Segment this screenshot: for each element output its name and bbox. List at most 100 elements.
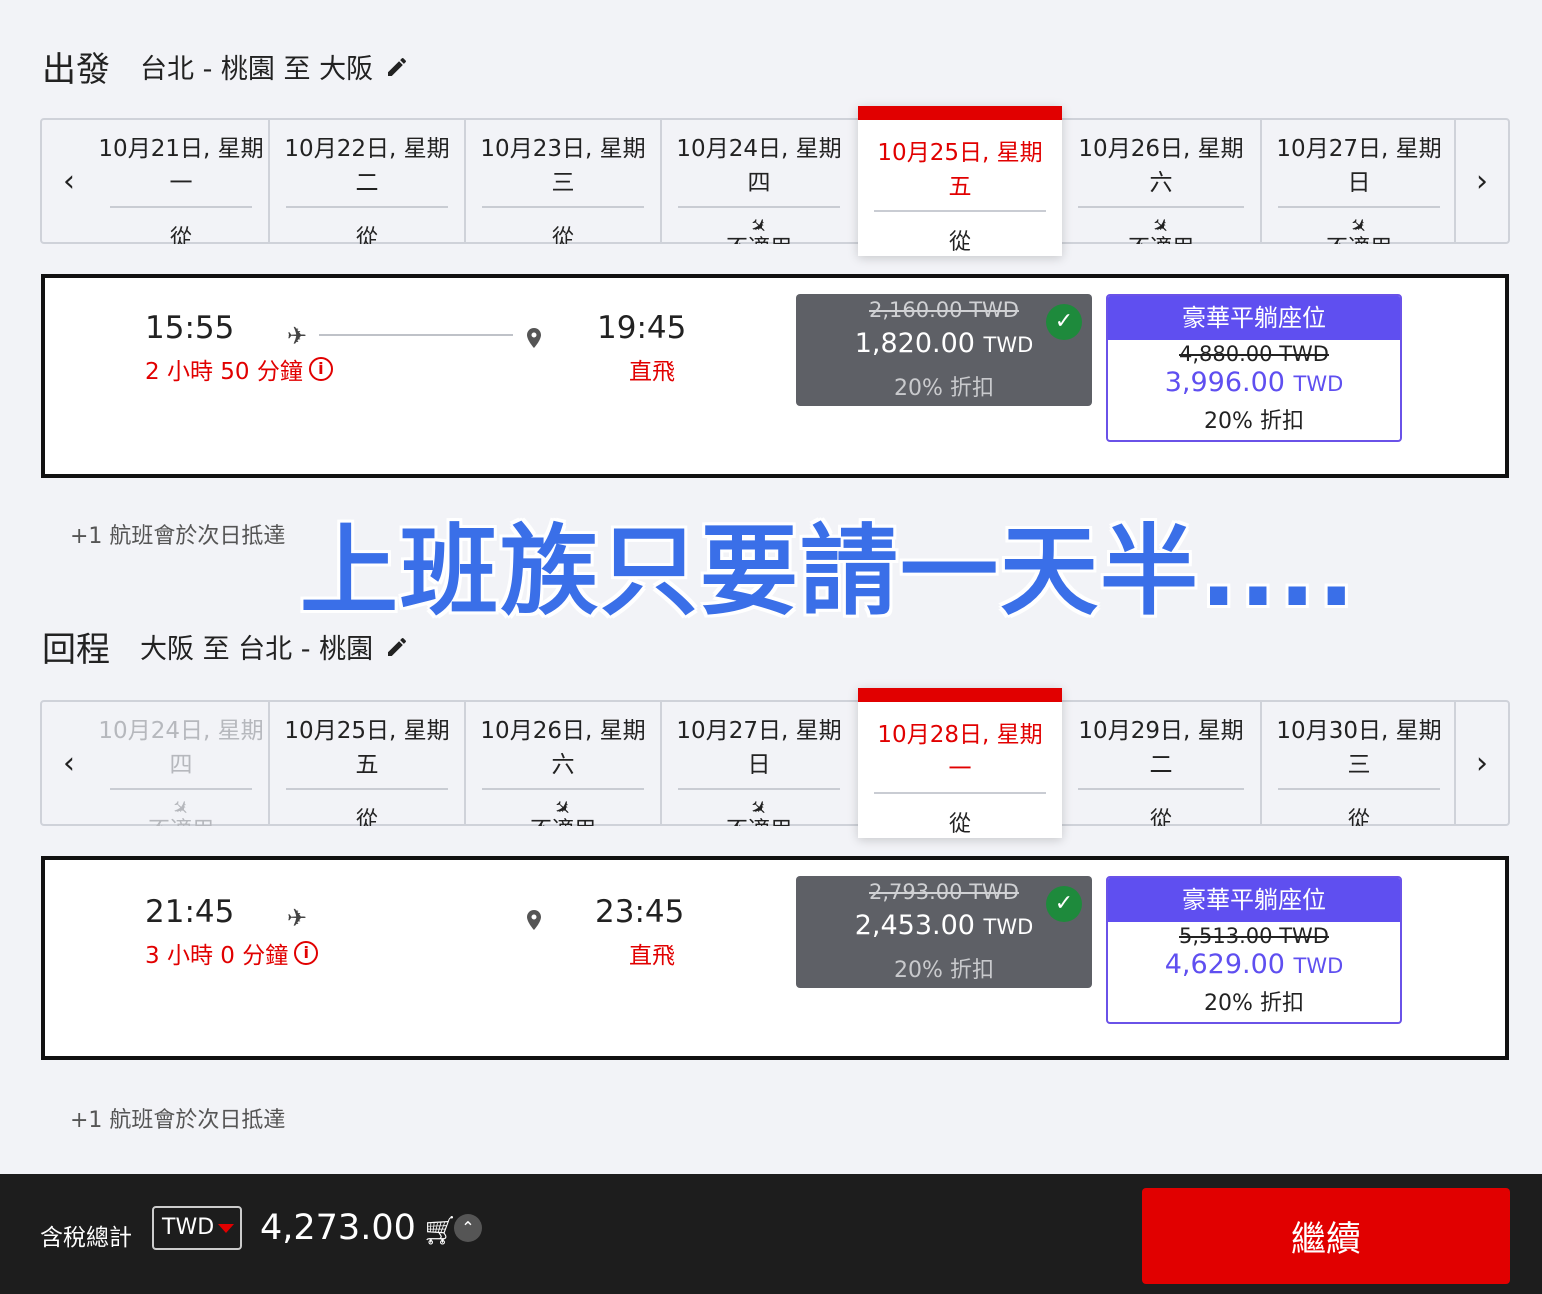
date-tab-outbound-3[interactable]: 10月24日, 星期四 ✈ 不適用 xyxy=(660,118,856,244)
price-value: 1,820.00 xyxy=(854,328,975,359)
date-status: 從 xyxy=(948,812,971,837)
premium-title: 豪華平躺座位 xyxy=(1108,296,1400,340)
price-value: 3,996.00 xyxy=(1164,367,1285,398)
date-label: 10月27日, 星期 xyxy=(1276,136,1442,162)
checkout-footer: 含稅總計 TWD 4,273.00 🛒︎ ⌃ 繼續 xyxy=(0,1174,1542,1294)
outbound-date-selector: ‹ 10月21日, 星期一 從 10月22日, 星期二 從 10月23日, 星期… xyxy=(40,106,1510,256)
date-status: 從 xyxy=(355,808,378,826)
cart-icon[interactable]: 🛒︎ xyxy=(422,1214,458,1247)
continue-button[interactable]: 繼續 xyxy=(1142,1188,1510,1284)
next-dates-chevron-icon[interactable]: › xyxy=(1454,118,1508,244)
date-tab-return-1[interactable]: 10月25日, 星期五 從 xyxy=(268,700,464,826)
date-label: 10月25日, 星期 xyxy=(877,140,1043,166)
date-tab-return-6[interactable]: 10月30日, 星期三 從 xyxy=(1260,700,1456,826)
date-tab-outbound-5[interactable]: 10月26日, 星期六 ✈ 不適用 xyxy=(1062,118,1260,244)
plane-icon: ✈ xyxy=(287,904,308,932)
premium-flatbed-option[interactable]: 豪華平躺座位 4,880.00 TWD 3,996.00 TWD 20% 折扣 xyxy=(1106,294,1402,442)
date-weekday: 四 xyxy=(169,752,193,778)
fare-price: 4,629.00 TWD xyxy=(1108,948,1400,983)
date-weekday: 日 xyxy=(1347,170,1371,196)
date-status: 不適用 xyxy=(466,812,660,826)
date-tab-outbound-selected[interactable]: 10月25日, 星期五 從 xyxy=(858,106,1062,256)
premium-title: 豪華平躺座位 xyxy=(1108,878,1400,922)
price-currency: TWD xyxy=(983,915,1034,939)
date-status: 不適用 xyxy=(1262,230,1456,244)
fare-price: 3,996.00 TWD xyxy=(1108,366,1400,401)
date-weekday: 三 xyxy=(551,170,575,196)
prev-dates-chevron-icon[interactable]: ‹ xyxy=(42,700,96,826)
info-icon[interactable]: i xyxy=(294,941,319,965)
return-flight-card[interactable]: 21:45 3 小時 0 分鐘 i ✈ 23:45 直飛 2,793.00 TW… xyxy=(41,856,1509,1060)
next-dates-chevron-icon[interactable]: › xyxy=(1454,700,1508,826)
price-value: 2,453.00 xyxy=(854,910,975,941)
premium-flatbed-option[interactable]: 豪華平躺座位 5,513.00 TWD 4,629.00 TWD 20% 折扣 xyxy=(1106,876,1402,1024)
date-label: 10月28日, 星期 xyxy=(877,722,1043,748)
original-price: 4,880.00 TWD xyxy=(1179,342,1329,366)
departure-time: 15:55 xyxy=(145,310,235,346)
price-value: 4,629.00 xyxy=(1164,949,1285,980)
date-status: 從 xyxy=(169,226,192,244)
standard-fare-option[interactable]: 2,793.00 TWD 2,453.00 TWD 20% 折扣 ✓ xyxy=(796,876,1092,988)
date-weekday: 日 xyxy=(747,752,771,778)
selected-check-icon: ✓ xyxy=(1046,304,1082,340)
date-tab-return-2[interactable]: 10月26日, 星期六 ✈ 不適用 xyxy=(464,700,660,826)
date-weekday: 六 xyxy=(551,752,575,778)
date-tab-return-selected[interactable]: 10月28日, 星期一 從 xyxy=(858,688,1062,838)
flight-type: 直飛 xyxy=(629,943,675,969)
date-label: 10月27日, 星期 xyxy=(676,718,842,744)
flight-duration: 2 小時 50 分鐘 i xyxy=(145,352,333,386)
date-status: 從 xyxy=(355,226,378,244)
currency-dropdown[interactable]: TWD xyxy=(152,1206,242,1250)
date-tab-outbound-1[interactable]: 10月22日, 星期二 從 xyxy=(268,118,464,244)
date-tab-return-0: 10月24日, 星期四 ✈ 不適用 xyxy=(94,700,268,826)
date-label: 10月21日, 星期 xyxy=(98,136,264,162)
date-status: 不適用 xyxy=(94,812,268,826)
edit-pencil-icon[interactable] xyxy=(385,635,409,659)
total-label: 含稅總計 xyxy=(40,1225,132,1251)
date-label: 10月24日, 星期 xyxy=(98,718,264,744)
total-amount: 4,273.00 xyxy=(260,1208,416,1248)
date-tab-outbound-0[interactable]: 10月21日, 星期一 從 xyxy=(94,118,268,244)
selected-check-icon: ✓ xyxy=(1046,886,1082,922)
original-price: 5,513.00 TWD xyxy=(1179,924,1329,948)
date-tab-outbound-2[interactable]: 10月23日, 星期三 從 xyxy=(464,118,660,244)
outbound-flight-card[interactable]: 15:55 2 小時 50 分鐘 i ✈ 19:45 直飛 2,160.00 T… xyxy=(41,274,1509,478)
date-status: 從 xyxy=(948,230,971,255)
date-weekday: 六 xyxy=(1149,170,1173,196)
date-tab-outbound-6[interactable]: 10月27日, 星期日 ✈ 不適用 xyxy=(1260,118,1456,244)
date-label: 10月23日, 星期 xyxy=(480,136,646,162)
date-weekday: 一 xyxy=(169,170,193,196)
price-currency: TWD xyxy=(983,333,1034,357)
next-day-arrival-note: +1 航班會於次日抵達 xyxy=(70,1108,286,1133)
date-status: 不適用 xyxy=(662,812,856,826)
outbound-route: 台北 - 桃園 至 大阪 xyxy=(140,54,374,85)
return-route: 大阪 至 台北 - 桃園 xyxy=(140,634,374,665)
overlay-caption: 上班族只要請一天半.... xyxy=(300,515,1357,629)
date-tab-return-3[interactable]: 10月27日, 星期日 ✈ 不適用 xyxy=(660,700,856,826)
date-status: 不適用 xyxy=(1062,230,1260,244)
departure-time: 21:45 xyxy=(145,894,235,930)
discount-label: 20% 折扣 xyxy=(1204,991,1304,1016)
date-weekday: 五 xyxy=(355,752,379,778)
standard-fare-option[interactable]: 2,160.00 TWD 1,820.00 TWD 20% 折扣 ✓ xyxy=(796,294,1092,406)
prev-dates-chevron-icon[interactable]: ‹ xyxy=(42,118,96,244)
flight-type: 直飛 xyxy=(629,359,675,385)
chevron-up-icon[interactable]: ⌃ xyxy=(454,1214,482,1242)
date-label: 10月26日, 星期 xyxy=(480,718,646,744)
date-label: 10月30日, 星期 xyxy=(1276,718,1442,744)
location-pin-icon xyxy=(527,328,541,348)
date-label: 10月29日, 星期 xyxy=(1078,718,1244,744)
date-label: 10月26日, 星期 xyxy=(1078,136,1244,162)
date-label: 10月24日, 星期 xyxy=(676,136,842,162)
discount-label: 20% 折扣 xyxy=(894,958,994,983)
date-weekday: 三 xyxy=(1347,752,1371,778)
date-status: 不適用 xyxy=(662,230,856,244)
edit-pencil-icon[interactable] xyxy=(385,55,409,79)
date-weekday: 五 xyxy=(948,174,972,200)
date-label: 10月25日, 星期 xyxy=(284,718,450,744)
date-tab-return-5[interactable]: 10月29日, 星期二 從 xyxy=(1062,700,1260,826)
discount-label: 20% 折扣 xyxy=(894,376,994,401)
flight-duration: 3 小時 0 分鐘 i xyxy=(145,936,319,970)
info-icon[interactable]: i xyxy=(308,357,333,381)
discount-label: 20% 折扣 xyxy=(1204,409,1304,434)
